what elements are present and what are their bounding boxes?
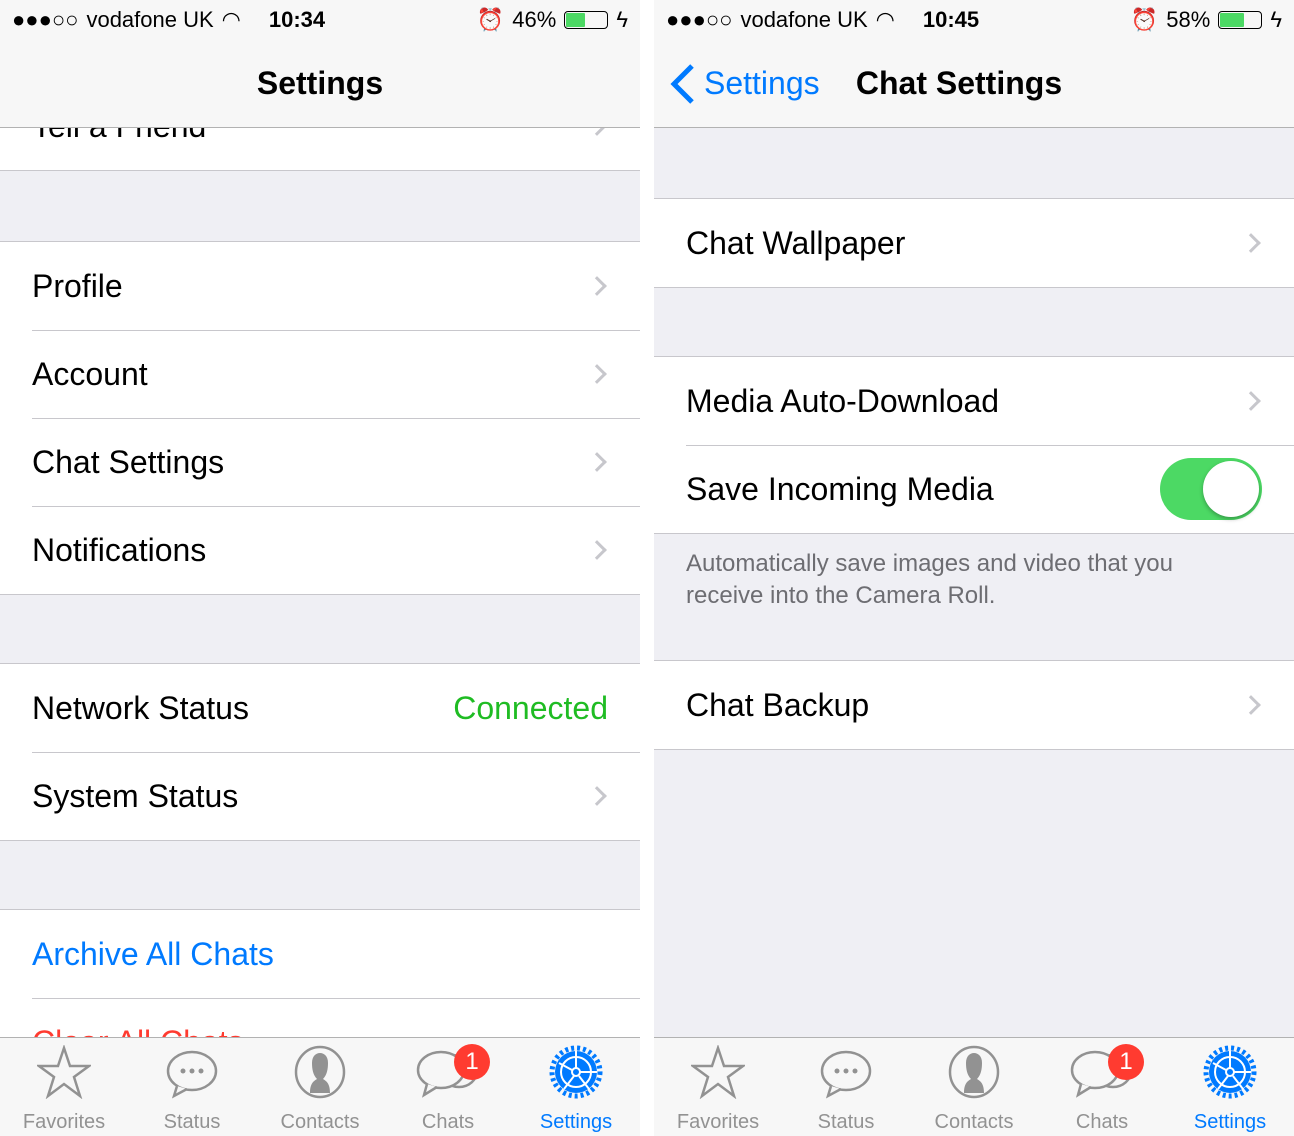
row-label: Save Incoming Media (686, 470, 994, 507)
row-label: Account (32, 355, 148, 392)
star-icon (35, 1044, 93, 1111)
row-label: Chat Settings (32, 443, 225, 480)
tab-bar: Favorites Status Contacts Chats 1 Settings (0, 1037, 640, 1136)
gear-icon (549, 1045, 603, 1111)
row-label: Media Auto-Download (686, 382, 1000, 419)
tab-contacts[interactable]: Contacts (256, 1038, 384, 1136)
speech-bubble-icon (165, 1049, 219, 1111)
row-label: Profile (32, 267, 123, 304)
row-save-incoming-media: Save Incoming Media (654, 445, 1294, 533)
row-system-status[interactable]: System Status (0, 752, 640, 840)
chevron-right-icon (587, 276, 607, 296)
tab-label: Status (817, 1111, 875, 1133)
tab-contacts[interactable]: Contacts (910, 1038, 1038, 1136)
time: 10:34 (268, 7, 326, 32)
gear-icon (1203, 1045, 1257, 1111)
person-icon (293, 1045, 347, 1111)
tab-chats[interactable]: Chats 1 (384, 1038, 512, 1136)
row-label: System Status (32, 777, 239, 814)
tab-label: Favorites (22, 1111, 106, 1133)
tab-bar: Favorites Status Contacts Chats 1 Settings (654, 1037, 1294, 1136)
row-chat-settings[interactable]: Chat Settings (0, 418, 640, 506)
carrier: vodafone UK (86, 7, 214, 32)
speech-bubble-icon (819, 1049, 873, 1111)
battery-percent: 46% (512, 7, 557, 32)
battery-percent: 58% (1166, 7, 1211, 32)
row-label: Network Status (32, 689, 249, 726)
row-chat-wallpaper[interactable]: Chat Wallpaper (654, 199, 1294, 287)
tab-favorites[interactable]: Favorites (654, 1038, 782, 1136)
alarm-icon: ⏰ (476, 7, 505, 32)
network-status-value: Connected (453, 689, 608, 726)
wifi-icon: ◠ (221, 7, 241, 32)
signal-icon: ●●●○○ (12, 7, 79, 32)
battery-icon (1218, 11, 1263, 29)
row-label: Archive All Chats (32, 935, 274, 972)
tab-label: Status (163, 1111, 221, 1133)
chevron-right-icon (587, 540, 607, 560)
row-label: Chat Wallpaper (686, 224, 906, 261)
chevron-right-icon (587, 364, 607, 384)
row-notifications[interactable]: Notifications (0, 506, 640, 594)
tab-settings[interactable]: Settings (512, 1038, 640, 1136)
tab-chats[interactable]: Chats 1 (1038, 1038, 1166, 1136)
chat-settings-screen: ●●●○○ vodafone UK ◠ 10:45 ⏰ 58% ϟ Settings Ch… (654, 0, 1294, 1136)
status-bar: ●●●○○ vodafone UK ◠ 10:45 ⏰ 58% ϟ (654, 0, 1294, 40)
person-icon (947, 1045, 1001, 1111)
signal-icon: ●●●○○ (666, 7, 733, 32)
row-profile[interactable]: Profile (0, 242, 640, 330)
row-label: Chat Backup (686, 686, 870, 723)
tab-label: Chats (1075, 1111, 1129, 1133)
alarm-icon: ⏰ (1130, 7, 1159, 32)
page-title: Settings (256, 65, 384, 101)
status-bar: ●●●○○ vodafone UK ◠ 10:34 ⏰ 46% ϟ (0, 0, 640, 40)
unread-badge: 1 (1108, 1044, 1144, 1080)
tab-label: Contacts (280, 1111, 360, 1133)
chevron-right-icon (1241, 695, 1261, 715)
tab-favorites[interactable]: Favorites (0, 1038, 128, 1136)
nav-bar: Settings (0, 40, 640, 128)
tab-label: Settings (1193, 1111, 1267, 1133)
charging-icon: ϟ (616, 7, 628, 32)
wifi-icon: ◠ (875, 7, 895, 32)
nav-bar: Settings Chat Settings (654, 40, 1294, 128)
archive-all-chats-button[interactable]: Archive All Chats (0, 910, 640, 998)
tab-status[interactable]: Status (782, 1038, 910, 1136)
tab-label: Settings (539, 1111, 613, 1133)
chevron-right-icon (1241, 233, 1261, 253)
chevron-right-icon (1241, 391, 1261, 411)
row-chat-backup[interactable]: Chat Backup (654, 661, 1294, 749)
save-incoming-media-toggle[interactable] (1160, 458, 1262, 520)
tab-label: Favorites (676, 1111, 760, 1133)
back-button[interactable]: Settings (670, 63, 820, 104)
carrier: vodafone UK (740, 7, 868, 32)
row-label: Notifications (32, 531, 207, 568)
chevron-left-icon (670, 63, 694, 104)
row-media-auto-download[interactable]: Media Auto-Download (654, 357, 1294, 445)
charging-icon: ϟ (1270, 7, 1282, 32)
save-media-footer: Automatically save images and video that… (686, 550, 1173, 609)
page-title: Chat Settings (855, 65, 1063, 101)
tab-settings[interactable]: Settings (1166, 1038, 1294, 1136)
chevron-right-icon (587, 786, 607, 806)
unread-badge: 1 (454, 1044, 490, 1080)
chevron-right-icon (587, 452, 607, 472)
row-network-status[interactable]: Network Status Connected (0, 664, 640, 752)
tab-status[interactable]: Status (128, 1038, 256, 1136)
row-account[interactable]: Account (0, 330, 640, 418)
back-label: Settings (704, 65, 820, 101)
battery-icon (564, 11, 609, 29)
star-icon (689, 1044, 747, 1111)
tab-label: Chats (421, 1111, 475, 1133)
time: 10:45 (922, 7, 980, 32)
tab-label: Contacts (934, 1111, 1014, 1133)
settings-screen: ●●●○○vodafone UK◠10:34 ⏰46%ϟ Settings Te… (0, 0, 640, 1136)
